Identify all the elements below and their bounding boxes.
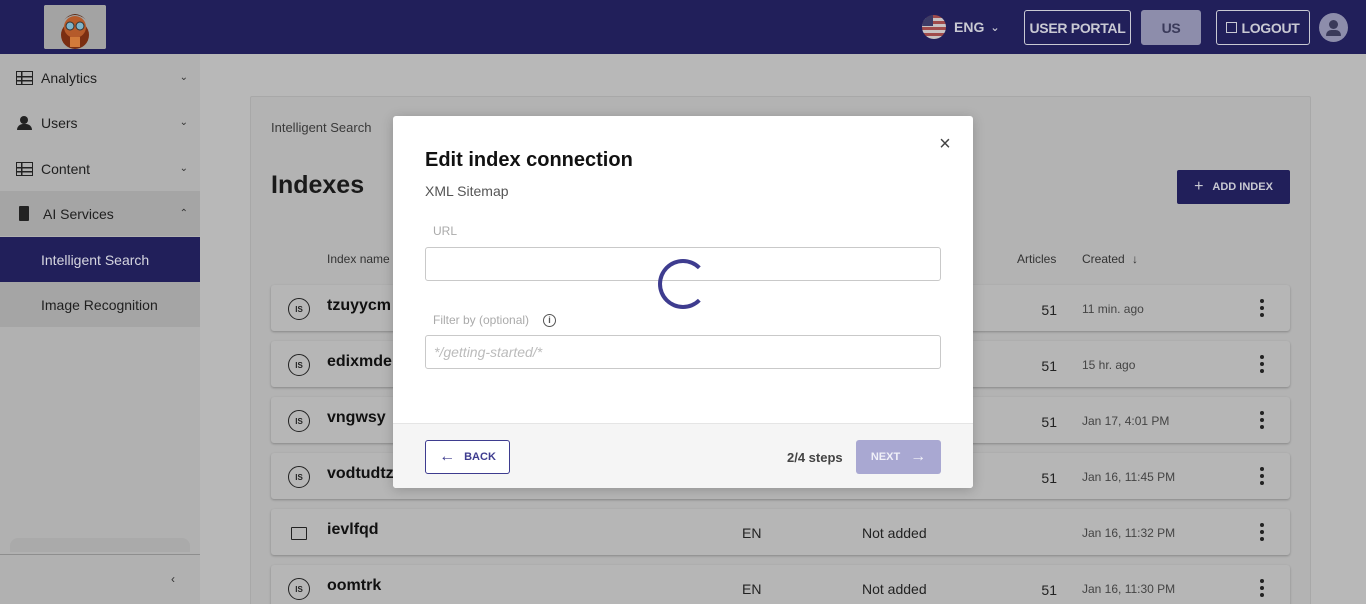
index-type-icon: IS [288, 354, 310, 376]
column-header-name[interactable]: Index name [327, 252, 390, 266]
sidebar: Analytics ⌄ Users ⌄ Content ⌄ AI Service… [0, 54, 200, 604]
index-name: vngwsy [327, 409, 386, 426]
index-status: Not added [862, 581, 927, 597]
sidebar-item-label: Image Recognition [41, 296, 158, 313]
modal-title: Edit index connection [425, 149, 633, 171]
more-options-icon[interactable] [1254, 467, 1270, 485]
articles-count: 51 [1041, 414, 1057, 430]
sidebar-item-label: Users [41, 114, 78, 131]
modal-footer: ← BACK 2/4 steps NEXT → [393, 423, 973, 488]
back-label: BACK [464, 451, 496, 463]
next-label: NEXT [870, 451, 901, 463]
sidebar-item-users[interactable]: Users ⌄ [0, 100, 200, 145]
sidebar-item-content[interactable]: Content ⌄ [0, 146, 200, 191]
index-name: oomtrk [327, 577, 382, 594]
created-time: Jan 16, 11:45 PM [1082, 470, 1176, 484]
chevron-down-icon: ⌄ [179, 72, 188, 83]
column-header-label: Created [1082, 252, 1125, 266]
created-time: Jan 17, 4:01 PM [1082, 414, 1170, 428]
breadcrumb[interactable]: Intelligent Search [271, 120, 371, 135]
loading-spinner-icon [658, 259, 708, 309]
more-options-icon[interactable] [1254, 523, 1270, 541]
table-icon [16, 70, 33, 85]
index-type-icon: IS [288, 466, 310, 488]
more-options-icon[interactable] [1254, 411, 1270, 429]
add-index-button[interactable]: + ADD INDEX [1177, 170, 1290, 204]
sidebar-item-image-recognition[interactable]: Image Recognition [0, 282, 200, 327]
index-status: Not added [862, 525, 927, 541]
index-language: EN [742, 581, 762, 597]
sort-arrow-down-icon: ↓ [1132, 252, 1139, 266]
next-button[interactable]: NEXT → [856, 440, 941, 474]
index-name: edixmde [327, 353, 392, 370]
back-button[interactable]: ← BACK [425, 440, 510, 474]
more-options-icon[interactable] [1254, 355, 1270, 373]
sidebar-footer-pill [10, 538, 190, 552]
chevron-down-icon: ⌄ [179, 117, 188, 128]
logout-label: LOGOUT [1241, 19, 1300, 36]
language-label: ENG [954, 19, 985, 35]
index-type-icon: IS [288, 410, 310, 432]
more-options-icon[interactable] [1254, 579, 1270, 597]
sidebar-item-analytics[interactable]: Analytics ⌄ [0, 55, 200, 100]
add-index-label: ADD INDEX [1212, 181, 1273, 193]
index-type-icon: IS [288, 298, 310, 320]
created-time: 15 hr. ago [1082, 358, 1136, 372]
chevron-down-icon: ⌄ [990, 21, 1000, 34]
filter-label: Filter by (optional) [433, 313, 530, 327]
us-flag-icon [922, 15, 946, 39]
index-name: tzuyycm [327, 297, 392, 314]
users-icon [16, 115, 33, 130]
table-icon [16, 161, 33, 176]
chevron-left-icon: ‹ [171, 572, 175, 586]
close-icon[interactable]: × [936, 134, 954, 154]
user-portal-button[interactable]: USER PORTAL [1024, 10, 1131, 45]
sidebar-item-label: Intelligent Search [41, 251, 150, 268]
index-language: EN [742, 525, 762, 541]
region-button[interactable]: US [1141, 10, 1201, 45]
sidebar-collapse-button[interactable]: ‹ [0, 554, 200, 604]
table-row[interactable]: ievlfqd EN Not added Jan 16, 11:32 PM [271, 509, 1290, 555]
plus-icon: + [1194, 178, 1204, 195]
step-indicator: 2/4 steps [787, 450, 843, 465]
sidebar-item-label: Content [41, 160, 91, 177]
url-label: URL [433, 224, 458, 238]
sidebar-item-intelligent-search[interactable]: Intelligent Search [0, 237, 200, 282]
chip-icon [19, 206, 29, 221]
language-selector[interactable]: ENG ⌄ [922, 15, 1000, 39]
created-time: Jan 16, 11:30 PM [1082, 582, 1176, 596]
chevron-up-icon: ⌃ [179, 208, 188, 219]
index-name: ievlfqd [327, 521, 379, 538]
edit-index-modal: × Edit index connection XML Sitemap URL … [393, 116, 973, 488]
articles-count: 51 [1041, 470, 1057, 486]
filter-input[interactable] [425, 335, 941, 369]
index-name: vodtudtz [327, 465, 394, 482]
logout-icon [1226, 22, 1238, 33]
created-time: 11 min. ago [1082, 302, 1144, 316]
more-options-icon[interactable] [1254, 299, 1270, 317]
arrow-right-icon: → [910, 448, 927, 465]
articles-count: 51 [1041, 582, 1057, 598]
sidebar-item-label: AI Services [43, 205, 114, 222]
created-time: Jan 16, 11:32 PM [1082, 526, 1176, 540]
info-icon[interactable]: i [543, 314, 556, 327]
sidebar-item-label: Analytics [41, 69, 98, 86]
app-logo[interactable] [44, 5, 106, 49]
articles-count: 51 [1041, 302, 1057, 318]
logout-button[interactable]: LOGOUT [1216, 10, 1310, 45]
top-bar: ENG ⌄ USER PORTAL US LOGOUT [0, 0, 1366, 54]
column-header-created[interactable]: Created ↓ [1082, 252, 1138, 266]
chevron-down-icon: ⌄ [179, 163, 188, 174]
index-type-icon: IS [288, 578, 310, 600]
avatar[interactable] [1319, 13, 1348, 42]
modal-subtitle: XML Sitemap [425, 183, 509, 199]
sidebar-item-ai-services[interactable]: AI Services ⌃ [0, 191, 200, 236]
table-row[interactable]: IS oomtrk EN Not added 51 Jan 16, 11:30 … [271, 565, 1290, 604]
column-header-articles[interactable]: Articles [1017, 252, 1056, 266]
articles-count: 51 [1041, 358, 1057, 374]
folder-icon [288, 522, 310, 544]
page-title: Indexes [271, 171, 365, 199]
arrow-left-icon: ← [439, 448, 456, 465]
